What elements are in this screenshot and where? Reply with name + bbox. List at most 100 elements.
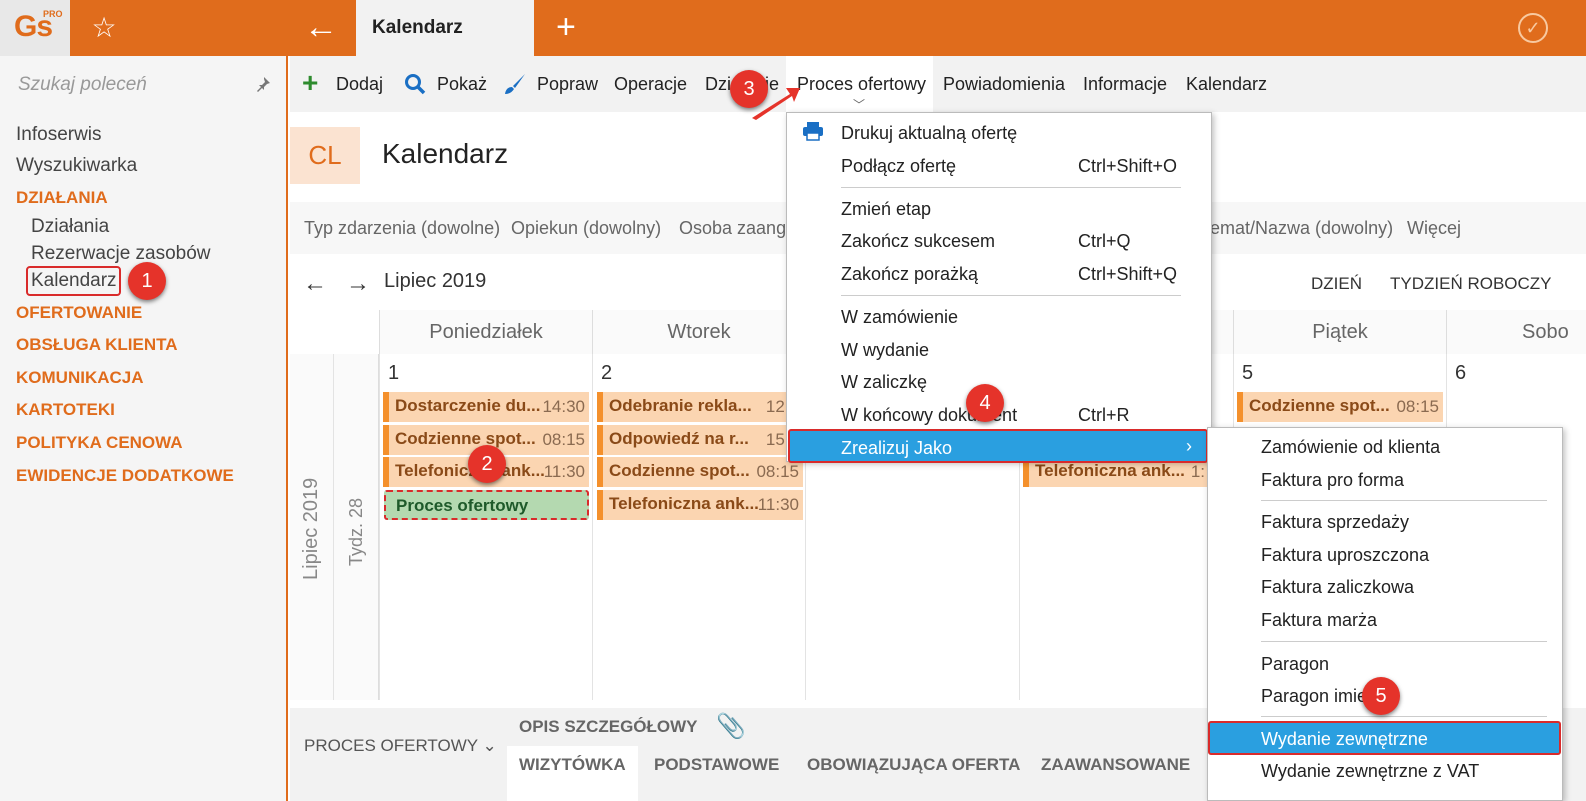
menu-finish-failure[interactable]: Zakończ porażką xyxy=(841,264,978,285)
sidebar-section-ewidencje[interactable]: EWIDENCJE DODATKOWE xyxy=(16,466,234,486)
printer-icon xyxy=(802,121,824,146)
menu-finish-success[interactable]: Zakończ sukcesem xyxy=(841,231,995,252)
calendar-event[interactable]: Odpowiedź na r... 15:1 xyxy=(597,425,803,455)
event-time: 14:30 xyxy=(542,397,585,416)
menu-to-advance[interactable]: W zaliczkę xyxy=(841,372,927,393)
event-time: 08:15 xyxy=(756,462,799,481)
tab-wizytowka[interactable]: WIZYTÓWKA xyxy=(519,755,626,775)
information-menu[interactable]: Informacje xyxy=(1083,74,1167,95)
prev-arrow-icon[interactable]: ← xyxy=(303,270,327,298)
operations-menu[interactable]: Operacje xyxy=(614,74,687,95)
tab-zaawansowane[interactable]: ZAAWANSOWANE xyxy=(1041,755,1190,775)
notifications-menu[interactable]: Powiadomienia xyxy=(943,74,1065,95)
add-button[interactable]: Dodaj xyxy=(336,74,383,95)
event-title: Codzienne spot... xyxy=(1249,396,1390,415)
calendar-event[interactable]: Codzienne spot... 08:15 xyxy=(597,457,803,487)
view-day-button[interactable]: DZIEŃ xyxy=(1311,274,1362,294)
plus-icon[interactable]: + xyxy=(302,69,318,97)
submenu-sales-invoice[interactable]: Faktura sprzedaży xyxy=(1261,512,1409,533)
submenu-external-release[interactable]: Wydanie zewnętrzne xyxy=(1261,729,1428,750)
pin-icon[interactable] xyxy=(255,76,271,97)
calendar-menu[interactable]: Kalendarz xyxy=(1186,74,1267,95)
day-header-tuesday: Wtorek xyxy=(592,310,805,354)
sidebar-section-polityka-cenowa[interactable]: POLITYKA CENOWA xyxy=(16,433,183,453)
submenu-receipt[interactable]: Paragon xyxy=(1261,654,1329,675)
event-time: 08:15 xyxy=(1396,397,1439,416)
shortcut-text: Ctrl+Shift+O xyxy=(1078,156,1178,176)
calendar-event[interactable]: Dostarczenie du... 14:30 xyxy=(383,392,589,422)
brush-icon[interactable] xyxy=(503,72,527,101)
menu-separator xyxy=(841,187,1181,188)
calendar-event[interactable]: Codzienne spot... 08:15 xyxy=(1237,392,1443,422)
step-marker: 4 xyxy=(966,384,1004,422)
event-title: Telefoniczna ank... xyxy=(1035,461,1185,480)
sidebar-section-obsluga-klienta[interactable]: OBSŁUGA KLIENTA xyxy=(16,335,178,355)
app-logo[interactable]: Gs PRO xyxy=(0,0,70,56)
sidebar-item-dzialania[interactable]: Działania xyxy=(31,216,109,238)
sidebar-section-dzialania[interactable]: DZIAŁANIA xyxy=(16,188,108,208)
search-input[interactable]: Szukaj poleceń xyxy=(18,74,268,96)
event-time: 08:15 xyxy=(542,430,585,449)
sidebar-item-wyszukiwarka[interactable]: Wyszukiwarka xyxy=(16,155,137,177)
day-number: 5 xyxy=(1242,362,1254,384)
event-time: 11:30 xyxy=(543,462,585,481)
sidebar-item-rezerwacje[interactable]: Rezerwacje zasobów xyxy=(31,243,211,265)
top-bar xyxy=(0,0,1586,56)
tab-podstawowe[interactable]: PODSTAWOWE xyxy=(654,755,779,775)
filter-more[interactable]: Więcej xyxy=(1407,218,1461,239)
view-workweek-button[interactable]: TYDZIEŃ ROBOCZY xyxy=(1390,274,1552,294)
offer-process-menu[interactable]: Proces ofertowy xyxy=(797,74,926,95)
sidebar-item-kalendarz[interactable]: Kalendarz xyxy=(31,270,117,292)
sidebar-section-komunikacja[interactable]: KOMUNIKACJA xyxy=(16,368,144,388)
check-circle-icon[interactable]: ✓ xyxy=(1518,13,1548,43)
event-title: Odebranie rekla... xyxy=(609,396,752,415)
sidebar-section-kartoteki[interactable]: KARTOTEKI xyxy=(16,400,115,420)
menu-separator xyxy=(1261,716,1547,717)
filter-person[interactable]: Osoba zaanga xyxy=(679,218,796,239)
next-arrow-icon[interactable]: → xyxy=(346,270,370,298)
gutter-divider xyxy=(333,354,334,700)
day-number: 6 xyxy=(1455,362,1467,384)
menu-attach-offer[interactable]: Podłącz ofertę xyxy=(841,156,956,177)
calendar-event[interactable]: Telefoniczna ank... 11:30 xyxy=(597,490,803,520)
filter-subject[interactable]: emat/Nazwa (dowolny) xyxy=(1210,218,1393,239)
day-header-monday: Poniedziałek xyxy=(379,310,592,354)
back-arrow-icon[interactable]: ← xyxy=(304,10,340,46)
calendar-event[interactable]: Odebranie rekla... 12:0 xyxy=(597,392,803,422)
sidebar-item-infoserwis[interactable]: Infoserwis xyxy=(16,124,102,146)
event-title: Codzienne spot... xyxy=(609,461,750,480)
submenu-proforma[interactable]: Faktura pro forma xyxy=(1261,470,1404,491)
menu-to-release[interactable]: W wydanie xyxy=(841,340,929,361)
filter-owner[interactable]: Opiekun (dowolny) xyxy=(511,218,661,239)
sidebar-section-ofertowanie[interactable]: OFERTOWANIE xyxy=(16,303,142,323)
shortcut-text: Ctrl+Q xyxy=(1078,231,1131,251)
step-marker: 5 xyxy=(1362,677,1400,715)
submenu-advance-invoice[interactable]: Faktura zaliczkowa xyxy=(1261,577,1414,598)
search-icon[interactable] xyxy=(404,73,426,100)
menu-to-order[interactable]: W zamówienie xyxy=(841,307,958,328)
paperclip-icon[interactable]: 📎 xyxy=(716,712,746,741)
menu-change-stage[interactable]: Zmień etap xyxy=(841,199,931,220)
event-title: Odpowiedź na r... xyxy=(609,429,749,448)
chevron-down-icon: ⌄ xyxy=(482,736,497,755)
filter-event-type[interactable]: Typ zdarzenia (dowolne) xyxy=(304,218,500,239)
add-tab-icon[interactable]: + xyxy=(556,8,576,46)
process-dropdown[interactable]: PROCES OFERTOWY ⌄ xyxy=(304,736,497,756)
submenu-margin-invoice[interactable]: Faktura marża xyxy=(1261,610,1377,631)
tab-kalendarz[interactable]: Kalendarz xyxy=(356,0,534,56)
star-icon[interactable]: ☆ xyxy=(88,12,120,44)
menu-print-offer[interactable]: Drukuj aktualną ofertę xyxy=(841,123,1017,144)
show-button[interactable]: Pokaż xyxy=(437,74,487,95)
step-marker: 2 xyxy=(468,445,506,483)
submenu-customer-order[interactable]: Zamówienie od klienta xyxy=(1261,437,1440,458)
submenu-external-release-vat[interactable]: Wydanie zewnętrzne z VAT xyxy=(1261,761,1479,782)
calendar-event-selected[interactable]: Proces ofertowy xyxy=(384,490,589,520)
tab-obowiazujaca-oferta[interactable]: OBOWIĄZUJĄCA OFERTA xyxy=(807,755,1020,775)
edit-button[interactable]: Popraw xyxy=(537,74,598,95)
submenu-simplified-invoice[interactable]: Faktura uproszczona xyxy=(1261,545,1429,566)
menu-realize-as[interactable]: Zrealizuj Jako xyxy=(841,438,952,459)
side-week-label: Tydz. 28 xyxy=(346,497,366,566)
day-number: 2 xyxy=(601,362,613,384)
tab-opis-szczegolowy[interactable]: OPIS SZCZEGÓŁOWY xyxy=(519,717,698,737)
side-month-label: Lipiec 2019 xyxy=(300,477,322,580)
